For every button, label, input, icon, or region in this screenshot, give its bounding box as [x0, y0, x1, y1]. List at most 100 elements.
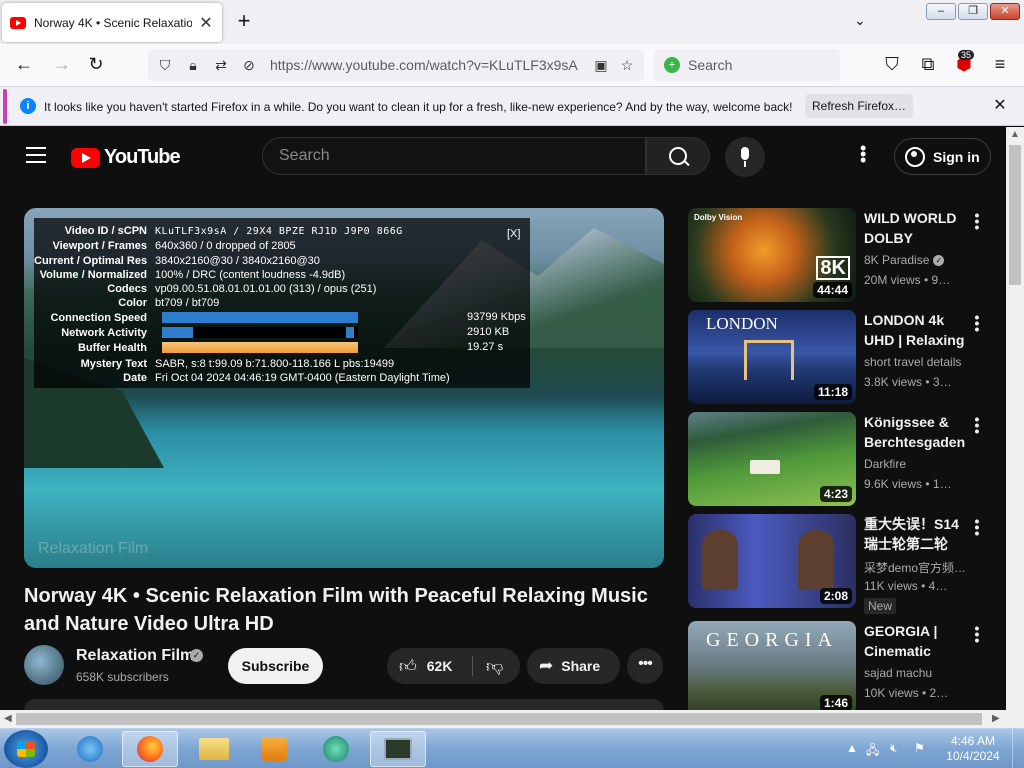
- taskbar-internet-explorer[interactable]: [62, 731, 118, 767]
- system-clock[interactable]: 4:46 AM 10/4/2024: [940, 734, 1006, 764]
- recommended-title[interactable]: Königssee & Berchtesgaden 4K: [864, 412, 968, 452]
- subscribe-button[interactable]: Subscribe: [228, 648, 323, 684]
- extensions-icon[interactable]: ⧉: [916, 52, 940, 76]
- network-activity-graph: [162, 327, 358, 338]
- recommended-menu-icon[interactable]: • • •: [972, 208, 982, 234]
- taskbar-explorer[interactable]: [186, 731, 242, 767]
- share-button[interactable]: ➦ Share: [527, 648, 620, 684]
- vertical-scrollbar[interactable]: ▲: [1006, 127, 1024, 710]
- person-shape: [702, 530, 738, 590]
- action-center-flag-icon[interactable]: ⚑: [914, 741, 925, 755]
- recommended-video[interactable]: Dolby Vision 8K 44:44 WILD WORLD DOLBY V…: [688, 208, 998, 302]
- recommended-video[interactable]: LONDON 11:18 LONDON 4k UHD | Relaxing Mu…: [688, 310, 998, 404]
- youtube-favicon-icon: [10, 16, 26, 29]
- youtube-search-input[interactable]: Search: [262, 137, 646, 175]
- recommended-channel[interactable]: short travel details: [864, 355, 961, 369]
- channel-avatar[interactable]: [24, 645, 64, 685]
- verified-icon: ✓: [190, 649, 203, 662]
- horizontal-scrollbar[interactable]: ◀ ▶: [0, 710, 1006, 728]
- start-button[interactable]: [4, 730, 48, 768]
- sign-in-button[interactable]: Sign in: [894, 138, 991, 175]
- recommended-title[interactable]: GEORGIA | Cinematic Travel: [864, 621, 968, 661]
- minimize-button[interactable]: –: [926, 3, 956, 20]
- description-box[interactable]: [24, 699, 664, 710]
- recommended-menu-icon[interactable]: • • •: [972, 310, 982, 336]
- tab-youtube[interactable]: Norway 4K • Scenic Relaxation Film with …: [2, 3, 222, 42]
- recommended-menu-icon[interactable]: • • •: [972, 621, 982, 647]
- vertical-scroll-thumb[interactable]: [1009, 145, 1021, 285]
- dislike-button[interactable]: 👎︎: [473, 648, 520, 684]
- url-text[interactable]: https://www.youtube.com/watch?v=KLuTLF3x…: [270, 57, 578, 73]
- video-thumbnail[interactable]: Dolby Vision 8K 44:44: [688, 208, 856, 302]
- stats-close-button[interactable]: [X]: [507, 228, 520, 240]
- horizontal-scroll-thumb[interactable]: [16, 713, 982, 725]
- youtube-logo[interactable]: YouTube: [71, 146, 181, 169]
- back-icon[interactable]: ←: [12, 52, 36, 76]
- voice-search-icon[interactable]: [725, 137, 765, 177]
- new-tab-button[interactable]: +: [232, 9, 256, 33]
- taskbar-media-player[interactable]: [246, 731, 302, 767]
- permissions-icon[interactable]: ⇄: [210, 57, 232, 74]
- recommended-video[interactable]: 2:08 重大失误！S14 瑞士轮第二轮 采梦demo官方频… 11K view…: [688, 514, 998, 614]
- network-icon[interactable]: 🖧: [866, 741, 879, 762]
- forward-icon[interactable]: →: [50, 52, 74, 76]
- reload-icon[interactable]: ↻: [84, 52, 108, 76]
- guide-menu-icon[interactable]: [26, 147, 46, 163]
- search-bar[interactable]: + Search: [654, 49, 840, 81]
- georgia-text: GEORGIA: [706, 629, 838, 651]
- notification-close-icon[interactable]: ✕: [991, 95, 1009, 115]
- terminal-icon: [384, 738, 412, 760]
- recommended-channel[interactable]: 采梦demo官方频…: [864, 559, 966, 576]
- recommended-video[interactable]: 4:23 Königssee & Berchtesgaden 4K Darkfi…: [688, 412, 998, 506]
- scroll-left-icon[interactable]: ◀: [4, 713, 12, 724]
- refresh-firefox-button[interactable]: Refresh Firefox…: [805, 94, 913, 118]
- list-all-tabs-button[interactable]: ⌄: [854, 12, 866, 29]
- bookmark-star-icon[interactable]: ☆: [616, 57, 638, 74]
- taskbar-firefox[interactable]: [122, 731, 178, 767]
- buffer-health-graph: [162, 342, 358, 353]
- video-thumbnail[interactable]: 2:08: [688, 514, 856, 608]
- london-text: LONDON: [706, 314, 778, 333]
- show-hidden-icons[interactable]: ▲: [846, 741, 858, 755]
- show-desktop-button[interactable]: [1012, 729, 1024, 768]
- recommended-menu-icon[interactable]: • • •: [972, 412, 982, 438]
- recommended-title[interactable]: 重大失误！S14 瑞士轮第二轮: [864, 514, 968, 554]
- video-thumbnail[interactable]: GEORGIA 1:46: [688, 621, 856, 710]
- thumbs-down-icon: 👎︎: [486, 657, 504, 676]
- video-player[interactable]: Relaxation Film [X] Video ID / sCPN KLuTL…: [24, 208, 664, 568]
- volume-muted-icon[interactable]: 🔇︎: [890, 741, 898, 756]
- tab-close-icon[interactable]: ✕: [198, 13, 214, 33]
- recommended-menu-icon[interactable]: • • •: [972, 514, 982, 540]
- scroll-right-icon[interactable]: ▶: [992, 713, 1000, 724]
- lock-icon[interactable]: 🔒︎: [182, 57, 204, 74]
- recommended-title[interactable]: LONDON 4k UHD | Relaxing Music: [864, 310, 968, 350]
- channel-name[interactable]: Relaxation Film: [76, 647, 194, 665]
- settings-kebab-icon[interactable]: • • •: [860, 139, 866, 169]
- tracking-shield-icon[interactable]: ⛉: [154, 57, 176, 74]
- stats-row: Codecs vp09.00.51.08.01.01.01.00 (313) / …: [107, 283, 377, 295]
- recommended-channel[interactable]: Darkfire: [864, 457, 906, 471]
- like-button[interactable]: 👍︎ 62K: [387, 648, 472, 684]
- video-thumbnail[interactable]: 4:23: [688, 412, 856, 506]
- scroll-up-icon[interactable]: ▲: [1010, 129, 1020, 140]
- app-menu-icon[interactable]: ≡: [988, 52, 1012, 76]
- logo-text: YouTube: [104, 146, 181, 168]
- recommended-video[interactable]: GEORGIA 1:46 GEORGIA | Cinematic Travel …: [688, 621, 998, 710]
- maximize-button[interactable]: ❐: [958, 3, 988, 20]
- recommended-channel[interactable]: sajad machu: [864, 666, 932, 680]
- url-bar[interactable]: ⛉ 🔒︎ ⇄ ⊘ https://www.youtube.com/watch?v…: [148, 49, 644, 81]
- video-thumbnail[interactable]: LONDON 11:18: [688, 310, 856, 404]
- pocket-icon[interactable]: ⛉: [880, 52, 904, 76]
- autoplay-blocked-icon[interactable]: ⊘: [238, 57, 260, 74]
- window-close-button[interactable]: ✕: [990, 3, 1020, 20]
- taskbar-terminal[interactable]: [370, 731, 426, 767]
- internet-explorer-icon: [77, 736, 103, 762]
- more-actions-button[interactable]: •••: [627, 648, 663, 684]
- taskbar-app[interactable]: [308, 731, 364, 767]
- recommended-title[interactable]: WILD WORLD DOLBY VISION™ 8K HDR: [864, 208, 968, 248]
- search-engine-icon[interactable]: +: [664, 57, 680, 73]
- youtube-search-button[interactable]: [646, 137, 710, 175]
- share-arrow-icon: ➦: [539, 656, 554, 675]
- reader-view-icon[interactable]: ▣: [590, 57, 612, 74]
- recommended-channel[interactable]: 8K Paradise ✓: [864, 253, 945, 267]
